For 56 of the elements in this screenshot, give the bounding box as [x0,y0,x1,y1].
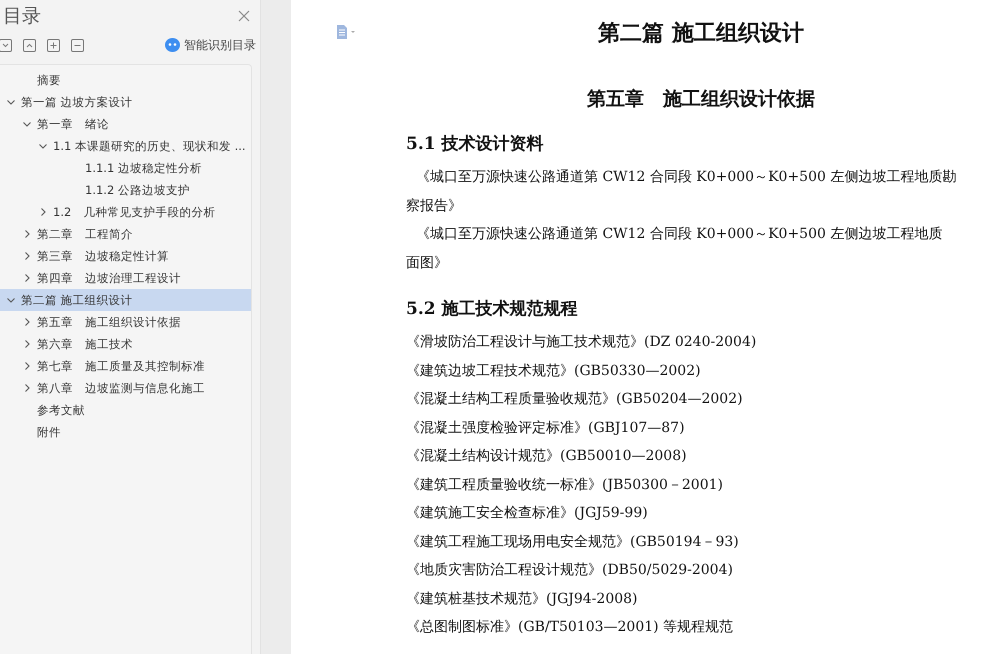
chevron-right-icon[interactable] [22,339,32,349]
reference-item: 《建筑工程施工现场用电安全规范》(GB50194－93) [406,532,740,552]
chevron-right-icon[interactable] [22,317,32,327]
add-icon[interactable] [47,38,60,52]
reference-item: 《混凝土强度检验评定标准》(GBJ107—87) [406,418,686,438]
outline-item[interactable]: 第二章 工程简介 [0,223,251,245]
paragraph-line: 《城口至万源快速公路通道第 CW12 合同段 K0+000～K0+500 左侧边坡工程地质 [415,225,944,244]
panel-title: 目录 [3,4,41,29]
outline-item[interactable]: 第七章 施工质量及其控制标准 [0,355,251,377]
outline-item[interactable]: 1.1.2 公路边坡支护 [0,179,251,201]
outline-item[interactable]: 参考文献 [0,399,251,421]
smart-toc-button[interactable]: 智能识别目录 [165,36,256,54]
chevron-right-icon[interactable] [22,361,32,371]
close-icon[interactable] [238,10,250,22]
paragraph-line: 面图》 [406,254,449,272]
outline-item[interactable]: 第五章 施工组织设计依据 [0,311,251,333]
outline-item[interactable]: 1.2 几种常见支护手段的分析 [0,201,251,223]
chapter-title: 第五章 施工组织设计依据 [586,87,816,112]
part-title: 第二篇 施工组织设计 [597,19,805,48]
reference-item: 《混凝土结构工程质量验收规范》(GB50204—2002) [406,390,744,409]
remove-icon[interactable] [71,38,84,52]
section-heading: 5.1 技术设计资料 [406,133,544,155]
outline-item[interactable]: 1.1.1 边坡稳定性分析 [0,157,251,179]
reference-item: 《建筑施工安全检查标准》(JGJ59-99) [406,504,649,523]
chevron-down-icon[interactable] [6,295,16,305]
smart-face-icon [165,38,180,52]
reference-item: 《建筑桩基技术规范》(JGJ94-2008) [406,590,639,608]
outline-item[interactable]: 摘要 [0,69,251,91]
chevron-right-icon[interactable] [22,383,32,393]
chevron-down-icon[interactable] [22,119,32,129]
outline-item[interactable]: 第六章 施工技术 [0,333,251,355]
chevron-down-icon[interactable] [6,97,16,107]
chevron-right-icon[interactable] [38,207,48,217]
chevron-down-icon[interactable] [38,141,48,151]
reference-item: 《滑坡防治工程设计与施工技术规范》(DZ 0240-2004) [406,333,758,352]
outline-item[interactable]: 第四章 边坡治理工程设计 [0,267,251,289]
reference-item: 《地质灾害防治工程设计规范》(DB50/5029-2004) [406,561,734,580]
chevron-right-icon[interactable] [22,273,32,283]
outline-item[interactable]: 第三章 边坡稳定性计算 [0,245,251,267]
paragraph-line: 察报告》 [406,196,463,216]
section-heading: 5.2 施工技术规范规程 [406,298,578,320]
reference-item: 《总图制图标准》(GB/T50103—2001) 等规程规范 [406,618,734,637]
outline-item[interactable]: 第一章 绪论 [0,113,251,135]
outline-item[interactable]: 第一篇 边坡方案设计 [0,91,251,113]
reference-item: 《建筑工程质量验收统一标准》(JB50300－2001) [406,476,724,494]
reference-item: 《建筑边坡工程技术规范》(GB50330—2002) [406,362,702,380]
outline-item[interactable]: 附件 [0,421,251,443]
expand-all-icon[interactable] [23,38,36,52]
chevron-right-icon[interactable] [22,229,32,239]
paragraph-line: 《城口至万源快速公路通道第 CW12 合同段 K0+000～K0+500 左侧边坡工程地质勘 [415,168,958,187]
outline-item[interactable]: 第八章 边坡监测与信息化施工 [0,377,251,399]
collapse-all-icon[interactable] [0,38,12,52]
outline-item[interactable]: 1.1 本课题研究的历史、现状和发 ... [0,135,251,157]
reference-item: 《混凝土结构设计规范》(GB50010—2008) [406,447,688,466]
outline-item[interactable]: 第二篇 施工组织设计 [0,289,251,311]
chevron-right-icon[interactable] [22,251,32,261]
